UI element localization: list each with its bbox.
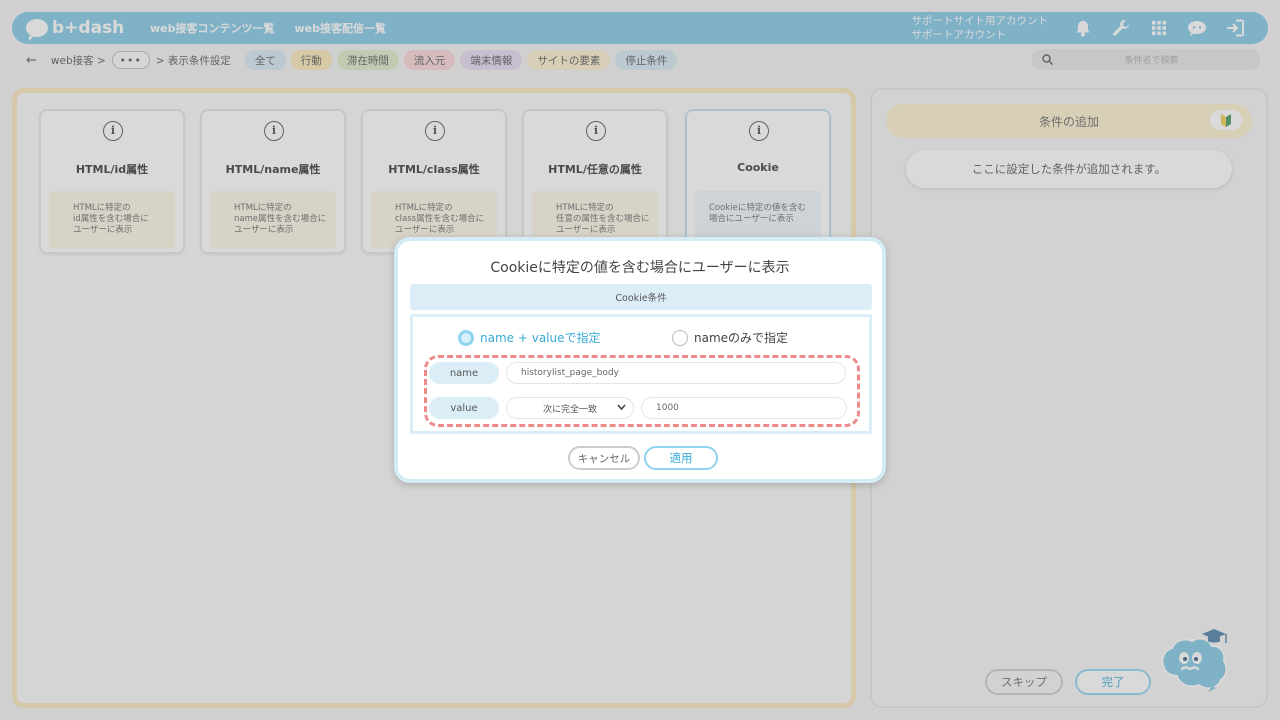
radio-name-value-label: name + valueで指定 [480, 331, 601, 345]
name-field-label: name [429, 362, 499, 384]
radio-name-only-label: nameのみで指定 [694, 331, 789, 345]
cookie-condition-section-header: Cookie条件 [410, 284, 872, 310]
dialog-title: Cookieに特定の値を含む場合にユーザーに表示 [490, 260, 790, 276]
match-type-select[interactable]: 次に完全一致 [506, 397, 634, 419]
radio-name-only[interactable]: nameのみで指定 [672, 329, 788, 346]
radio-name-value[interactable]: name + valueで指定 [458, 329, 601, 346]
value-input[interactable]: 1000 [641, 397, 847, 419]
value-field-label: value [429, 397, 499, 419]
radio-checked-icon [458, 329, 474, 346]
chevron-down-icon [617, 404, 626, 411]
apply-button[interactable]: 適用 [644, 446, 718, 470]
cookie-condition-body: name + valueで指定 nameのみで指定 name historyli… [410, 314, 872, 434]
cancel-button[interactable]: キャンセル [568, 446, 640, 470]
cookie-condition-dialog: Cookieに特定の値を含む場合にユーザーに表示 Cookie条件 name +… [394, 237, 886, 483]
radio-unchecked-icon [672, 329, 688, 346]
match-type-selected: 次に完全一致 [542, 404, 597, 415]
name-input[interactable]: historylist_page_body [506, 362, 846, 384]
